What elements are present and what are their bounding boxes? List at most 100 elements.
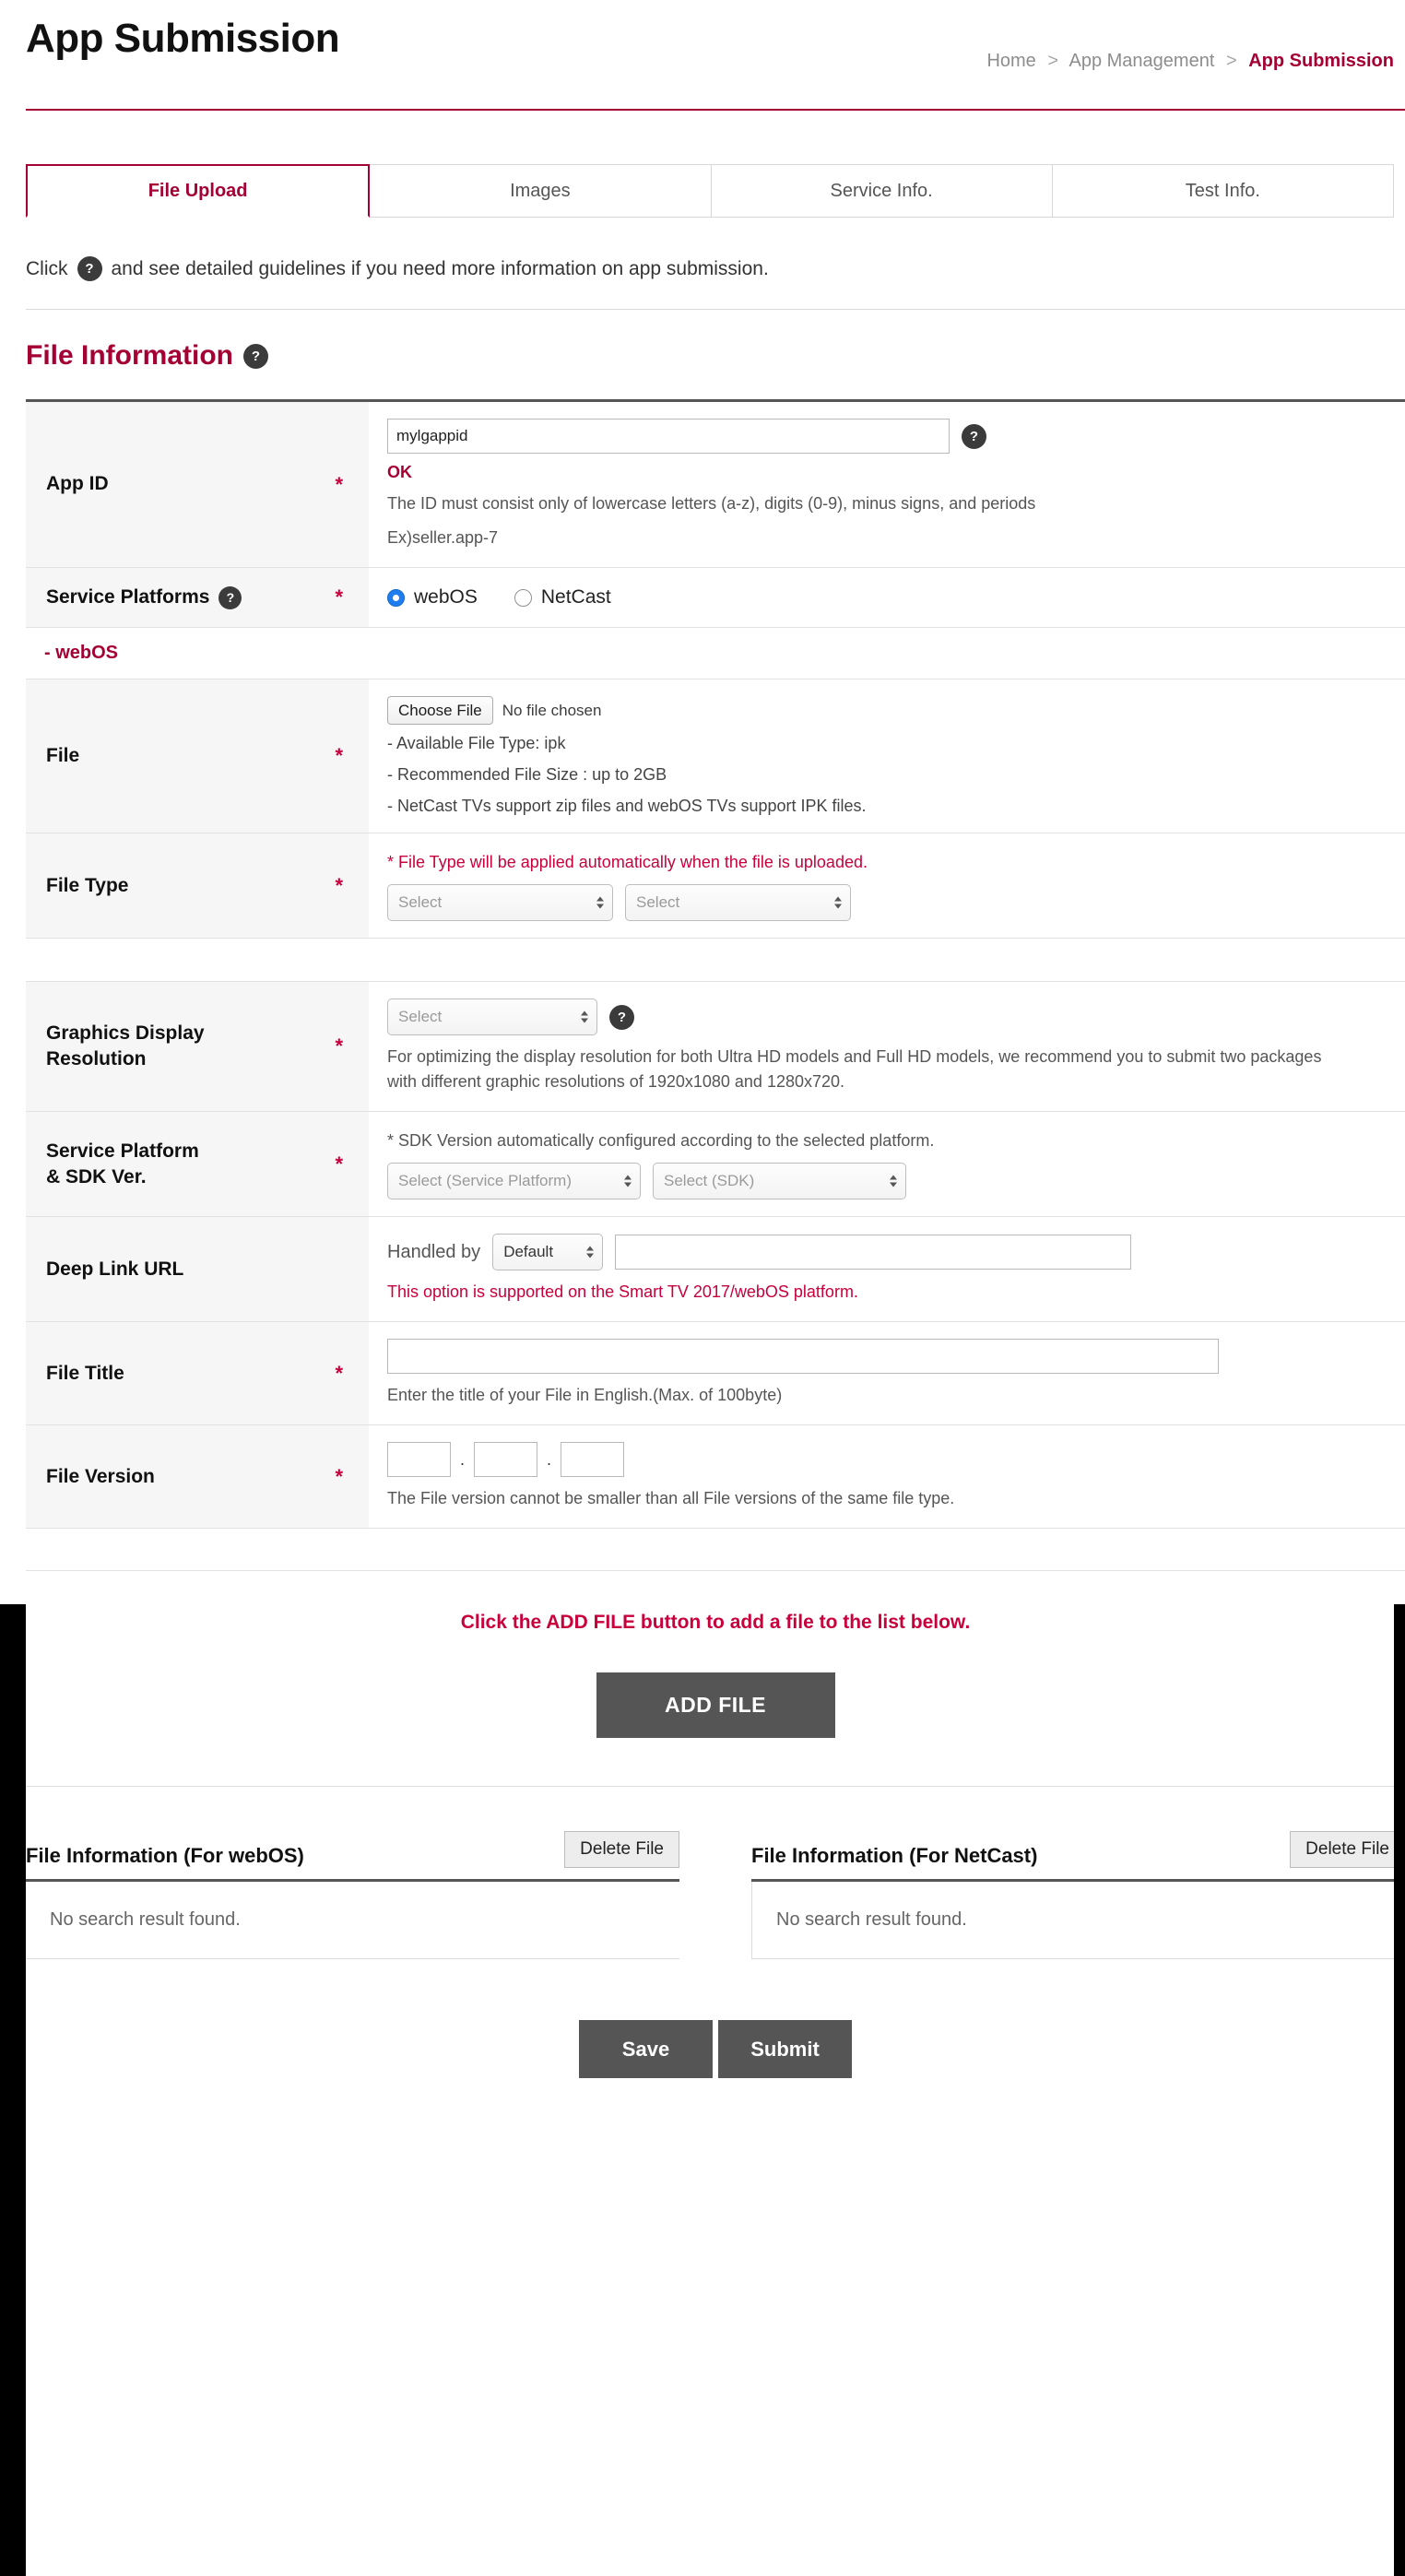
file-title-input[interactable]: [387, 1339, 1219, 1375]
label-deep-link-url-text: Deep Link URL: [46, 1258, 184, 1280]
help-icon[interactable]: ?: [962, 423, 986, 449]
radio-webos-label: webOS: [414, 586, 478, 609]
label-file-title: File Title *: [26, 1322, 369, 1425]
service-platform-radio-group: webOS NetCast: [387, 586, 1387, 609]
app-id-hint-line2: Ex)seller.app-7: [387, 528, 499, 547]
file-information-heading: File Information ?: [26, 340, 1405, 372]
file-list-webos-title: File Information (For webOS): [26, 1844, 304, 1868]
sdk-version-select-value: Select (SDK): [664, 1172, 755, 1190]
breadcrumb-separator-2: >: [1225, 51, 1237, 71]
submit-button[interactable]: Submit: [718, 2020, 852, 2079]
file-list-netcast: File Information (For NetCast) Delete Fi…: [751, 1831, 1405, 1960]
delete-file-button-netcast[interactable]: Delete File: [1290, 1831, 1405, 1869]
radio-option-webos[interactable]: webOS: [387, 586, 478, 609]
app-id-status: OK: [387, 463, 412, 481]
radio-webos-icon[interactable]: [387, 588, 405, 607]
page-header: App Submission Home > App Management > A…: [26, 0, 1394, 109]
label-graphics-resolution-inner: Graphics Display Resolution: [46, 1021, 205, 1073]
no-file-chosen-text: No file chosen: [502, 701, 602, 719]
chevron-updown-icon: [596, 896, 604, 909]
field-file-version: . . The File version cannot be smaller t…: [369, 1425, 1405, 1529]
file-title-hint: Enter the title of your File in English.…: [387, 1386, 783, 1405]
notice-before-text: Click: [26, 257, 68, 279]
label-service-platforms-text: Service Platforms: [46, 586, 210, 608]
breadcrumb-current: App Submission: [1248, 51, 1394, 71]
label-app-id-text: App ID: [46, 473, 109, 495]
graphics-resolution-select[interactable]: Select: [387, 998, 597, 1036]
add-file-button[interactable]: ADD FILE: [596, 1672, 835, 1739]
app-id-input-row: ?: [387, 419, 1387, 454]
file-version-patch-input[interactable]: [561, 1442, 625, 1478]
header-rule: [26, 109, 1405, 111]
file-type-select-right[interactable]: Select: [625, 884, 851, 922]
row-service-platform-sdk: Service Platform & SDK Ver. * * SDK Vers…: [26, 1112, 1405, 1218]
app-id-hint-line1: The ID must consist only of lowercase le…: [387, 494, 1036, 513]
label-service-platform-sdk: Service Platform & SDK Ver. *: [26, 1112, 369, 1217]
handled-by-select[interactable]: Default: [492, 1234, 604, 1271]
file-type-select-right-value: Select: [636, 893, 680, 912]
required-marker: *: [335, 744, 343, 768]
field-deep-link-url: Handled by Default This option is suppor…: [369, 1217, 1405, 1322]
viewport-mask-left: [0, 1604, 26, 2576]
row-file: File * Choose File No file chosen - Avai…: [26, 679, 1405, 834]
radio-netcast-icon[interactable]: [514, 588, 532, 607]
field-graphics-resolution: Select ? For optimizing the display reso…: [369, 982, 1405, 1112]
chevron-updown-icon: [890, 1175, 897, 1188]
file-type-selects: Select Select: [387, 884, 1387, 922]
sdk-note: * SDK Version automatically configured a…: [387, 1131, 935, 1151]
file-type-select-left[interactable]: Select: [387, 884, 613, 922]
label-file-type: File Type *: [26, 833, 369, 939]
file-version-hint: The File version cannot be smaller than …: [387, 1489, 955, 1508]
file-bullets: - Available File Type: ipk - Recommended…: [387, 734, 1387, 816]
radio-netcast-label: NetCast: [540, 586, 611, 609]
app-id-input[interactable]: [387, 419, 950, 454]
version-separator-2: .: [547, 1449, 552, 1469]
tab-file-upload[interactable]: File Upload: [26, 164, 371, 218]
radio-option-netcast[interactable]: NetCast: [514, 586, 611, 609]
sdk-version-select[interactable]: Select (SDK): [653, 1163, 906, 1200]
required-marker: *: [335, 873, 343, 897]
row-file-title: File Title * Enter the title of your Fil…: [26, 1322, 1405, 1426]
label-graphics-resolution-line1: Graphics Display: [46, 1022, 205, 1044]
tab-images[interactable]: Images: [370, 164, 712, 218]
service-platform-select[interactable]: Select (Service Platform): [387, 1163, 641, 1200]
file-bullet-1: - Available File Type: ipk: [387, 734, 566, 753]
label-graphics-resolution: Graphics Display Resolution *: [26, 982, 369, 1112]
breadcrumb-home[interactable]: Home: [986, 51, 1035, 71]
add-file-section: Click the ADD FILE button to add a file …: [26, 1571, 1405, 1788]
delete-file-button-webos[interactable]: Delete File: [564, 1831, 679, 1869]
label-file: File *: [26, 679, 369, 833]
help-icon[interactable]: ?: [218, 585, 242, 609]
service-platform-select-value: Select (Service Platform): [398, 1172, 572, 1190]
deep-link-url-input[interactable]: [615, 1235, 1132, 1270]
choose-file-button[interactable]: Choose File: [387, 696, 493, 726]
file-picker[interactable]: Choose File No file chosen: [387, 696, 1387, 726]
breadcrumb-app-management[interactable]: App Management: [1069, 51, 1215, 71]
field-service-platform-sdk: * SDK Version automatically configured a…: [369, 1112, 1405, 1217]
table-gap: [0, 939, 1405, 981]
required-marker: *: [335, 1361, 343, 1385]
file-information-table: App ID * ? OK The ID must consist only o…: [26, 399, 1405, 939]
tab-service-info[interactable]: Service Info.: [711, 164, 1053, 218]
graphics-resolution-hint: For optimizing the display resolution fo…: [387, 1047, 1322, 1092]
help-icon[interactable]: ?: [609, 1004, 634, 1030]
help-icon[interactable]: ?: [243, 343, 268, 369]
file-version-minor-input[interactable]: [474, 1442, 538, 1478]
help-icon[interactable]: ?: [77, 256, 102, 281]
file-list-netcast-empty: No search result found.: [751, 1882, 1405, 1960]
field-file: Choose File No file chosen - Available F…: [369, 679, 1405, 833]
save-button[interactable]: Save: [579, 2020, 713, 2079]
label-graphics-resolution-line2: Resolution: [46, 1048, 147, 1070]
file-list-webos: File Information (For webOS) Delete File…: [26, 1831, 679, 1960]
file-list-webos-header: File Information (For webOS) Delete File: [26, 1831, 679, 1883]
required-marker: *: [335, 1464, 343, 1488]
label-service-platforms-inner: Service Platforms ?: [46, 585, 242, 610]
label-service-platform-sdk-line2: & SDK Ver.: [46, 1165, 147, 1188]
file-version-major-input[interactable]: [387, 1442, 451, 1478]
file-list-netcast-title: File Information (For NetCast): [751, 1844, 1038, 1868]
row-graphics-resolution: Graphics Display Resolution * Select ? F…: [26, 982, 1405, 1113]
app-submission-page: App Submission Home > App Management > A…: [0, 0, 1405, 2576]
handled-by-select-value: Default: [503, 1243, 554, 1261]
file-type-select-left-value: Select: [398, 893, 443, 912]
tab-test-info[interactable]: Test Info.: [1052, 164, 1394, 218]
